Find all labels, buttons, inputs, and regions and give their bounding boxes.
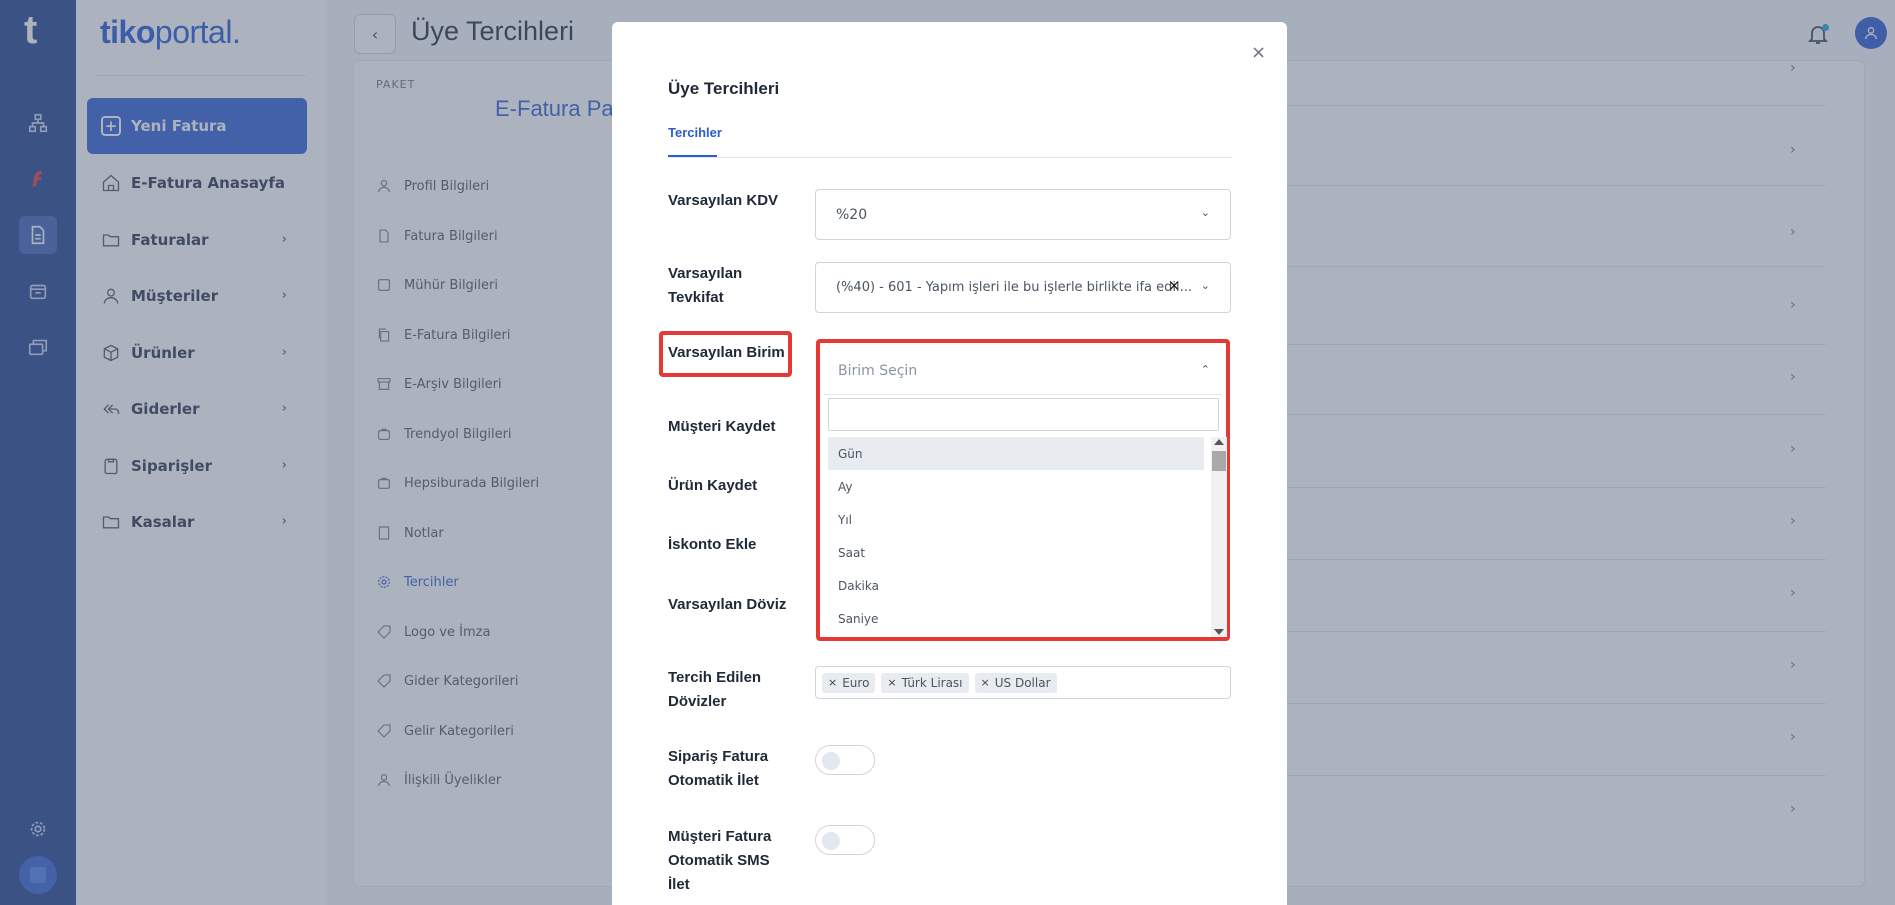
auto-order-invoice-label: Sipariş Fatura Otomatik İlet [668, 748, 769, 789]
chevron-up-icon: ⌃ [1200, 363, 1210, 376]
scroll-thumb [1212, 451, 1226, 471]
birim-search-input[interactable] [828, 398, 1219, 431]
remove-tag-icon: × [980, 676, 990, 689]
currency-tag[interactable]: × Türk Lirası [881, 672, 969, 693]
remove-tag-icon: × [828, 676, 838, 689]
kdv-select[interactable]: %20 ⌄ [815, 189, 1231, 240]
close-icon[interactable]: × [1251, 42, 1266, 63]
currency-tag[interactable]: × US Dollar [974, 672, 1057, 693]
auto-sms-toggle[interactable] [815, 825, 875, 855]
remove-tag-icon: × [887, 676, 897, 689]
birim-option[interactable]: Yıl [828, 503, 1219, 536]
doviz-label: Varsayılan Döviz [668, 596, 787, 613]
birim-select[interactable]: Birim Seçin ⌃ [824, 347, 1222, 395]
chevron-down-icon: ⌄ [1200, 206, 1210, 219]
currency-tag[interactable]: × Euro [822, 672, 876, 693]
birim-dropdown[interactable]: Birim Seçin ⌃ Gün Ay Yıl Saat Dakika San… [816, 339, 1230, 641]
kdv-label: Varsayılan KDV [668, 192, 779, 209]
tab-divider [668, 157, 1232, 158]
scroll-up-icon [1214, 439, 1224, 445]
tab-active-indicator [668, 155, 717, 157]
urun-kaydet-label: Ürün Kaydet [668, 477, 758, 494]
modal-title: Üye Tercihleri [668, 79, 780, 98]
birim-options-list: Gün Ay Yıl Saat Dakika Saniye [828, 437, 1227, 637]
auto-sms-label: Müşteri Fatura Otomatik SMS İlet [668, 828, 772, 893]
birim-option[interactable]: Gün [828, 437, 1204, 470]
scroll-down-icon [1214, 629, 1224, 635]
tevkifat-select[interactable]: (%40) - 601 - Yapım işleri ile bu işlerl… [815, 262, 1231, 313]
iskonto-label: İskonto Ekle [668, 536, 757, 553]
birim-option[interactable]: Saat [828, 536, 1219, 569]
currencies-multiselect[interactable]: × Euro × Türk Lirası × US Dollar [815, 666, 1231, 699]
chevron-down-icon: ⌄ [1200, 279, 1210, 292]
birim-label: Varsayılan Birim [668, 344, 785, 361]
birim-option[interactable]: Dakika [828, 569, 1219, 602]
auto-order-invoice-toggle[interactable] [815, 745, 875, 775]
tevkifat-label: Varsayılan Tevkifat [668, 265, 743, 306]
musteri-kaydet-label: Müşteri Kaydet [668, 418, 776, 435]
birim-option[interactable]: Ay [828, 470, 1219, 503]
birim-option[interactable]: Saniye [828, 602, 1219, 635]
clear-icon[interactable]: × [1168, 278, 1180, 294]
preferred-currencies-label: Tercih Edilen Dövizler [668, 669, 762, 710]
options-scrollbar[interactable] [1211, 437, 1227, 637]
tab-preferences[interactable]: Tercihler [668, 125, 722, 140]
